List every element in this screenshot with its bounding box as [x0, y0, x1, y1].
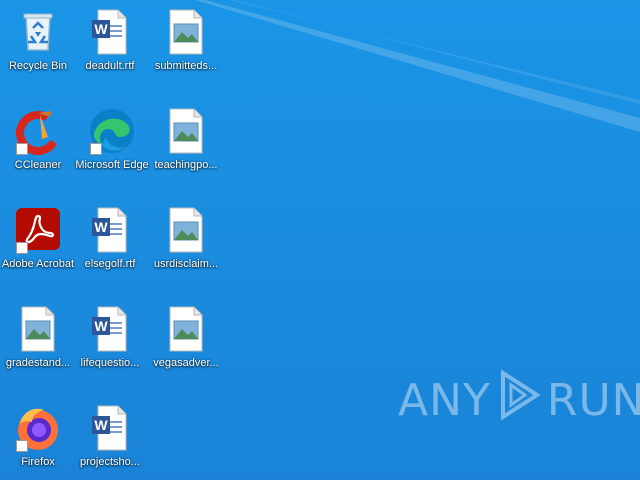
edge-icon: [88, 107, 136, 155]
gradestand-label: gradestand...: [5, 357, 71, 369]
desktop-icon-elsegolf-rtf[interactable]: W elsegolf.rtf: [72, 198, 148, 290]
desktop-icon-vegasadver[interactable]: vegasadver...: [148, 297, 224, 389]
ccleaner-icon: [14, 107, 62, 155]
svg-text:W: W: [94, 417, 108, 433]
desktop[interactable]: Recycle Bin W deadult.rtf submitteds... …: [0, 0, 640, 480]
image-file-icon: [162, 305, 210, 353]
play-icon: [497, 368, 541, 432]
word-document-icon: W: [86, 206, 134, 254]
adobe-acrobat-label: Adobe Acrobat: [1, 258, 75, 270]
svg-text:W: W: [94, 21, 108, 37]
desktop-icon-lifequestio[interactable]: W lifequestio...: [72, 297, 148, 389]
desktop-icon-adobe-acrobat[interactable]: Adobe Acrobat: [0, 198, 76, 290]
svg-text:W: W: [94, 318, 108, 334]
word-document-icon: W: [86, 404, 134, 452]
word-document-icon: W: [86, 8, 134, 56]
desktop-icon-submitteds[interactable]: submitteds...: [148, 0, 224, 92]
image-file-icon: [162, 8, 210, 56]
desktop-icon-ccleaner[interactable]: CCleaner: [0, 99, 76, 191]
desktop-icon-usrdisclaim[interactable]: usrdisclaim...: [148, 198, 224, 290]
microsoft-edge-label: Microsoft Edge: [75, 159, 149, 171]
desktop-icon-firefox[interactable]: Firefox: [0, 396, 76, 480]
image-file-icon: [162, 206, 210, 254]
usrdisclaim-label: usrdisclaim...: [153, 258, 219, 270]
teachingpo-label: teachingpo...: [154, 159, 218, 171]
firefox-icon: [14, 404, 62, 452]
firefox-label: Firefox: [21, 456, 55, 468]
submitteds-label: submitteds...: [154, 60, 218, 72]
acrobat-icon: [14, 206, 62, 254]
desktop-icon-teachingpo[interactable]: teachingpo...: [148, 99, 224, 191]
vegasadver-label: vegasadver...: [153, 357, 219, 369]
deadult-rtf-label: deadult.rtf: [85, 60, 135, 72]
shortcut-arrow-icon: [16, 242, 28, 254]
anyrun-watermark: ANY RUN: [398, 368, 640, 432]
shortcut-arrow-icon: [16, 440, 28, 452]
watermark-left-text: ANY: [398, 374, 491, 426]
recycle-bin-icon: [14, 8, 62, 56]
desktop-icon-deadult-rtf[interactable]: W deadult.rtf: [72, 0, 148, 92]
desktop-icon-microsoft-edge[interactable]: Microsoft Edge: [74, 99, 150, 191]
desktop-icon-projectsho[interactable]: W projectsho...: [72, 396, 148, 480]
shortcut-arrow-icon: [90, 143, 102, 155]
word-document-icon: W: [86, 305, 134, 353]
svg-text:W: W: [94, 219, 108, 235]
watermark-right-text: RUN: [546, 374, 640, 426]
image-file-icon: [162, 107, 210, 155]
recycle-bin-label: Recycle Bin: [8, 60, 68, 72]
ccleaner-label: CCleaner: [14, 159, 62, 171]
image-file-icon: [14, 305, 62, 353]
projectsho-label: projectsho...: [80, 456, 140, 468]
desktop-icon-gradestand[interactable]: gradestand...: [0, 297, 76, 389]
shortcut-arrow-icon: [16, 143, 28, 155]
desktop-icon-recycle-bin[interactable]: Recycle Bin: [0, 0, 76, 92]
elsegolf-rtf-label: elsegolf.rtf: [84, 258, 136, 270]
lifequestio-label: lifequestio...: [80, 357, 140, 369]
